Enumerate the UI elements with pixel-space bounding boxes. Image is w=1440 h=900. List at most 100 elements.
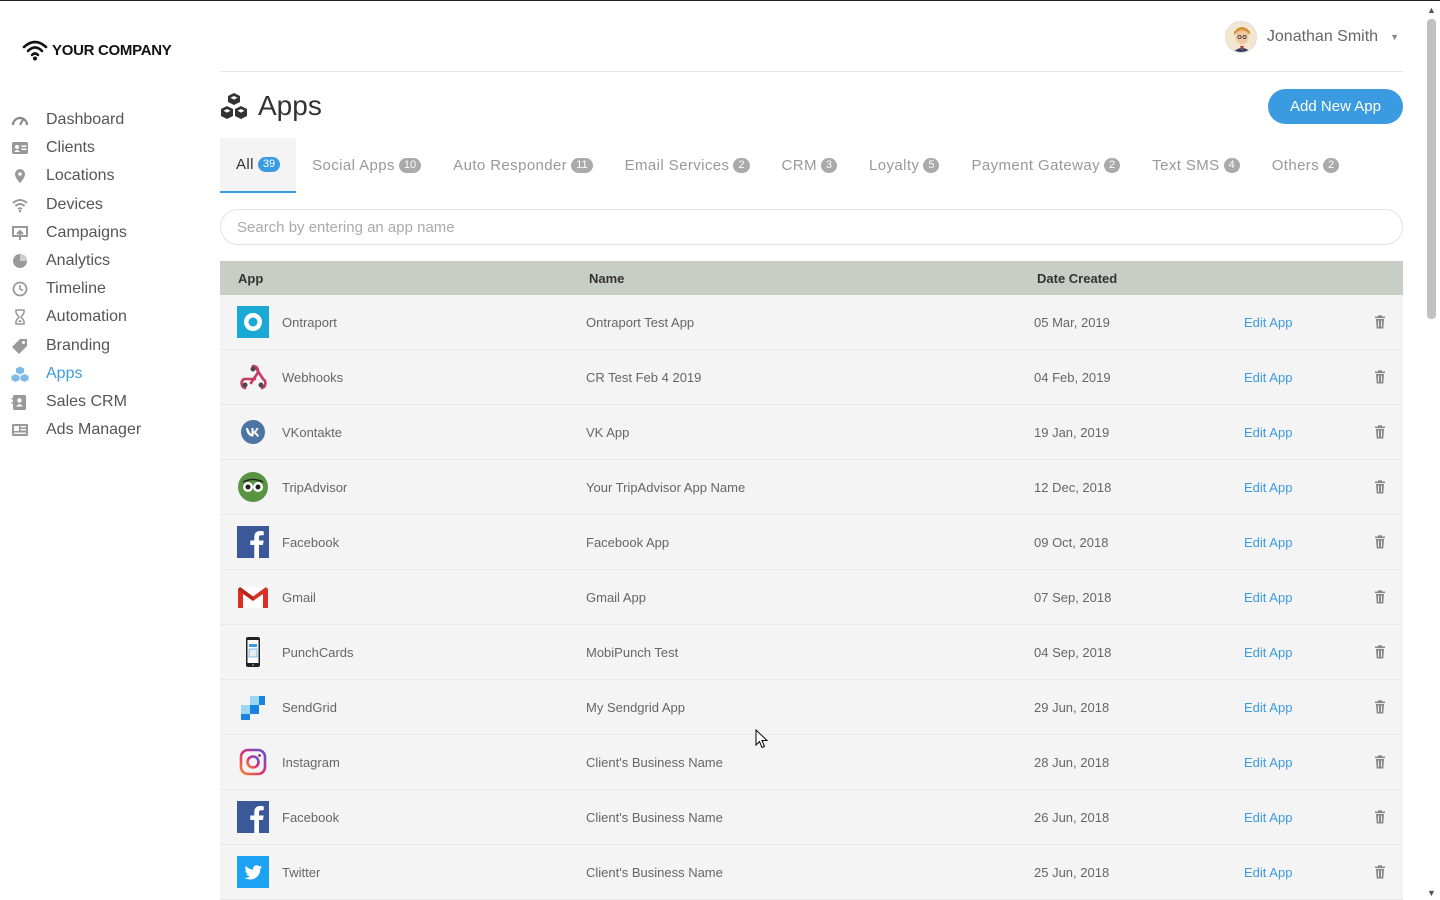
table-row: SendGrid My Sendgrid App 29 Jun, 2018 Edit … [220, 680, 1403, 735]
wifi-logo-icon [22, 40, 48, 61]
search-input[interactable] [220, 209, 1403, 245]
tab-all[interactable]: All 39 [220, 138, 297, 193]
sidebar-item-label: Clients [46, 139, 95, 157]
tab-label: CRM [781, 157, 817, 174]
sidebar-item-label: Automation [46, 308, 127, 326]
tab-others[interactable]: Others 2 [1256, 138, 1356, 193]
clock-icon [10, 281, 30, 297]
tab-text-sms[interactable]: Text SMS 4 [1136, 138, 1256, 193]
sidebar-item-label: Dashboard [46, 111, 125, 129]
tab-count-badge: 10 [398, 158, 422, 173]
sidebar-item-sales-crm[interactable]: Sales CRM [0, 388, 200, 416]
app-type: SendGrid [282, 699, 337, 715]
table-row: PunchCards MobiPunch Test 04 Sep, 2018 Edit… [220, 625, 1403, 680]
sidebar-item-automation[interactable]: Automation [0, 303, 200, 331]
tag-icon [10, 338, 30, 354]
scroll-up-arrow-icon[interactable]: ▲ [1423, 1, 1440, 18]
sidebar-item-analytics[interactable]: Analytics [0, 247, 200, 275]
trash-icon[interactable] [1373, 370, 1387, 384]
edit-app-link[interactable]: Edit App [1244, 535, 1292, 550]
trash-icon[interactable] [1373, 865, 1387, 879]
tab-auto-responder[interactable]: Auto Responder 11 [437, 138, 608, 193]
cubes-icon [221, 93, 247, 119]
column-header-date[interactable]: Date Created [1037, 271, 1117, 286]
sidebar-item-locations[interactable]: Locations [0, 162, 200, 190]
table-body: Ontraport Ontraport Test App 05 Mar, 2019 E… [220, 295, 1403, 900]
page-title-text: Apps [258, 90, 322, 121]
tab-crm[interactable]: CRM 3 [766, 138, 854, 193]
edit-app-link[interactable]: Edit App [1244, 810, 1292, 825]
edit-app-link[interactable]: Edit App [1244, 645, 1292, 660]
trash-icon[interactable] [1373, 645, 1387, 659]
sidebar-item-branding[interactable]: Branding [0, 332, 200, 360]
scroll-down-arrow-icon[interactable]: ▼ [1423, 884, 1440, 900]
map-pin-icon [10, 168, 30, 184]
edit-app-link[interactable]: Edit App [1244, 425, 1292, 440]
user-name: Jonathan Smith [1266, 28, 1379, 45]
table-row: Facebook Client's Business Name 26 Jun, 20… [220, 790, 1403, 845]
punchcards-icon [237, 636, 269, 668]
edit-app-link[interactable]: Edit App [1244, 865, 1292, 880]
trash-icon[interactable] [1373, 700, 1387, 714]
tab-label: Social Apps [312, 157, 395, 174]
app-type: Webhooks [282, 369, 344, 385]
date-created: 05 Mar, 2019 [1034, 314, 1110, 330]
pie-chart-icon [10, 253, 30, 269]
app-name: My Sendgrid App [586, 699, 686, 715]
edit-app-link[interactable]: Edit App [1244, 370, 1292, 385]
tab-loyalty[interactable]: Loyalty 5 [853, 138, 955, 193]
apps-table: App Name Date Created Ontraport Ontraport… [220, 261, 1403, 900]
tab-count-badge: 11 [571, 158, 593, 173]
trash-icon[interactable] [1373, 425, 1387, 439]
id-card-icon [10, 140, 30, 156]
tab-payment-gateway[interactable]: Payment Gateway 2 [955, 138, 1136, 193]
sidebar-item-dashboard[interactable]: Dashboard [0, 106, 200, 134]
trash-icon[interactable] [1373, 810, 1387, 824]
edit-app-link[interactable]: Edit App [1244, 700, 1292, 715]
page-title: Apps [220, 90, 322, 122]
edit-app-link[interactable]: Edit App [1244, 590, 1292, 605]
add-new-app-button[interactable]: Add New App [1268, 89, 1403, 124]
column-header-app[interactable]: App [238, 271, 263, 286]
date-created: 29 Jun, 2018 [1034, 699, 1110, 715]
scrollbar-thumb[interactable] [1427, 19, 1436, 319]
trash-icon[interactable] [1373, 535, 1387, 549]
sidebar-item-label: Analytics [46, 252, 111, 270]
sidebar-item-devices[interactable]: Devices [0, 191, 200, 219]
date-created: 26 Jun, 2018 [1034, 809, 1110, 825]
sidebar-item-timeline[interactable]: Timeline [0, 275, 200, 303]
sidebar-item-ads-manager[interactable]: Ads Manager [0, 416, 200, 444]
sidebar-item-campaigns[interactable]: Campaigns [0, 219, 200, 247]
tab-count-badge: 2 [1104, 158, 1121, 173]
date-created: 04 Sep, 2018 [1034, 644, 1112, 660]
user-menu[interactable]: Jonathan Smith ▼ [1224, 21, 1399, 53]
vertical-scrollbar[interactable]: ▲ ▼ [1423, 1, 1440, 900]
table-row: VKontakte VK App 19 Jan, 2019 Edit App [220, 405, 1403, 460]
table-row: Twitter Client's Business Name 25 Jun, 201… [220, 845, 1403, 900]
tab-social-apps[interactable]: Social Apps 10 [296, 138, 437, 193]
tab-count-badge: 4 [1223, 158, 1240, 173]
category-tabs: All 39 Social Apps 10 Auto Responder 11 Email … [220, 138, 1403, 193]
app-type: PunchCards [282, 644, 354, 660]
company-logo[interactable]: YOUR COMPANY [22, 39, 172, 61]
trash-icon[interactable] [1373, 590, 1387, 604]
sidebar-item-apps[interactable]: Apps [0, 360, 200, 388]
date-created: 25 Jun, 2018 [1034, 864, 1110, 880]
column-header-name[interactable]: Name [589, 271, 624, 286]
app-name: Client's Business Name [586, 864, 723, 880]
trash-icon[interactable] [1373, 480, 1387, 494]
edit-app-link[interactable]: Edit App [1244, 480, 1292, 495]
tab-email-services[interactable]: Email Services 2 [609, 138, 766, 193]
edit-app-link[interactable]: Edit App [1244, 755, 1292, 770]
edit-app-link[interactable]: Edit App [1244, 315, 1292, 330]
wifi-icon [10, 197, 30, 213]
tab-label: Loyalty [869, 157, 920, 174]
trash-icon[interactable] [1373, 315, 1387, 329]
instagram-icon [237, 746, 269, 778]
trash-icon[interactable] [1373, 755, 1387, 769]
sidebar-item-label: Sales CRM [46, 392, 127, 410]
tab-count-badge: 3 [820, 158, 838, 173]
sidebar-item-clients[interactable]: Clients [0, 134, 200, 162]
webhooks-icon [237, 361, 269, 393]
sidebar-item-label: Locations [46, 167, 115, 185]
